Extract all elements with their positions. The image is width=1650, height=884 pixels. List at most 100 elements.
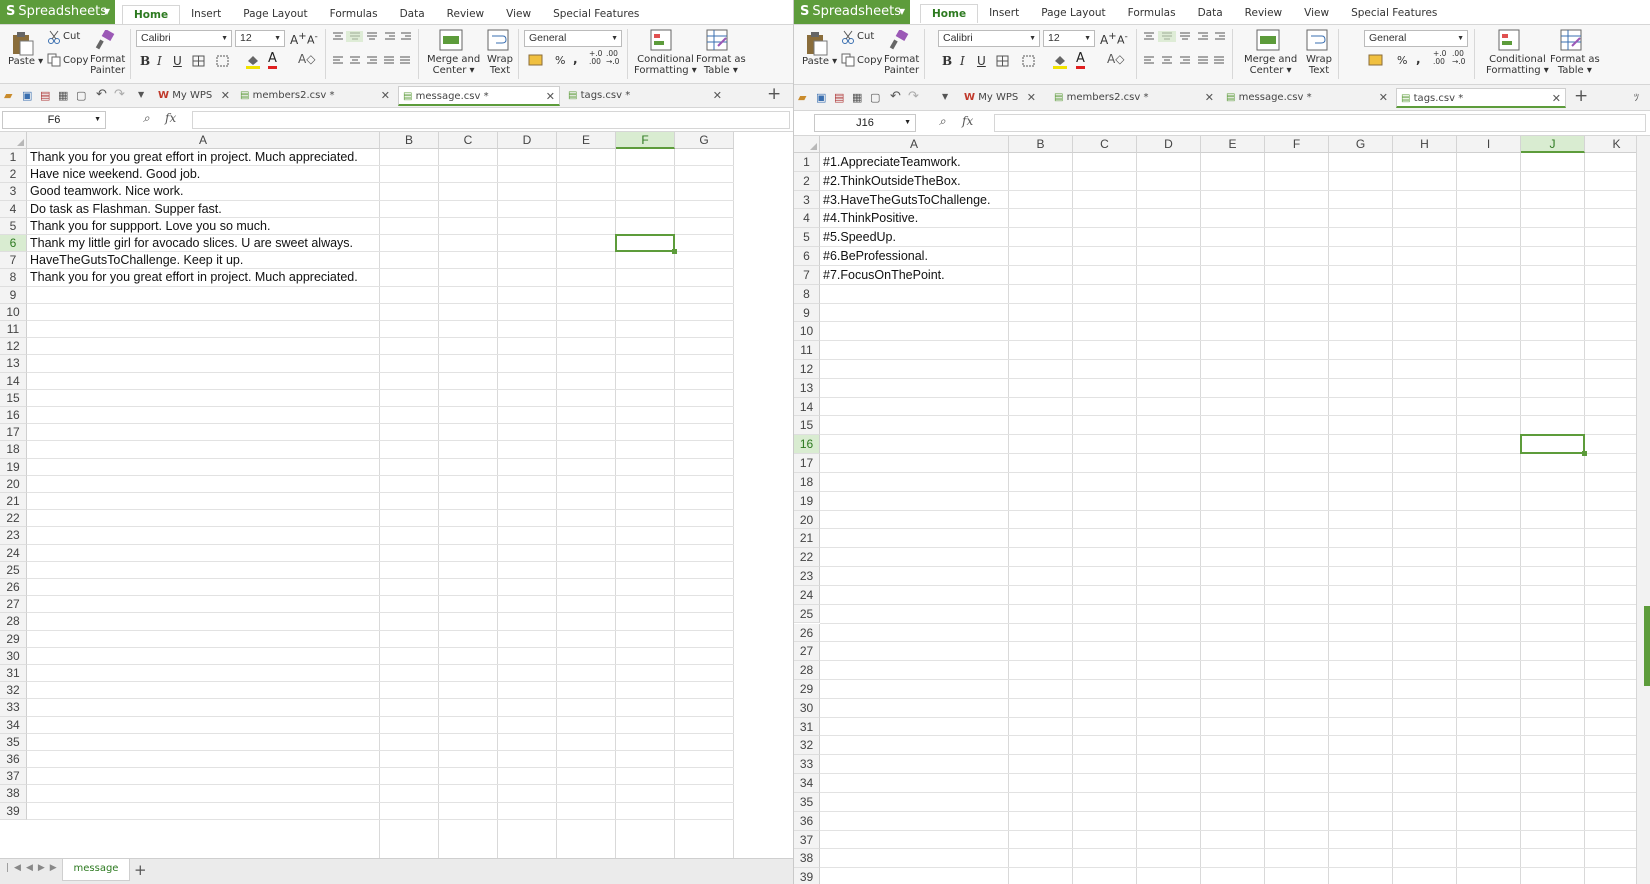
currency-icon[interactable]	[528, 53, 544, 67]
cell-a1[interactable]: Thank you for you great effort in projec…	[27, 149, 358, 166]
row-header[interactable]: 12	[0, 338, 27, 356]
export-pdf-icon[interactable]: ▤	[834, 91, 844, 104]
doc-tab-members2[interactable]: ▤ members2.csv * ✕	[236, 86, 394, 106]
chevron-down-icon[interactable]: ▼	[138, 90, 144, 99]
worksheet-grid[interactable]: A B C D E F G 1 2 3 4 5 6 7 8 9 10 11 12 13 14 15 16 17 18 19 20 21…	[0, 132, 793, 858]
row-header[interactable]: 17	[794, 454, 820, 473]
row-header[interactable]: 16	[794, 435, 820, 455]
wrap-text-button[interactable]: Wrap Text	[1306, 54, 1332, 76]
column-header-g[interactable]: G	[1329, 136, 1393, 153]
row-header[interactable]: 28	[794, 661, 820, 680]
cell-a5[interactable]: #5.SpeedUp.	[820, 228, 896, 247]
close-icon[interactable]: ✕	[713, 86, 722, 106]
number-format-select[interactable]: General ▼	[524, 30, 622, 47]
fill-color-icon[interactable]	[245, 53, 261, 69]
thousands-button[interactable]: ,	[1416, 52, 1421, 66]
overflow-icon[interactable]: ﾂ	[1634, 89, 1639, 104]
font-color-icon[interactable]: A	[1076, 51, 1085, 69]
font-color-icon[interactable]: A	[268, 51, 277, 69]
row-header[interactable]: 13	[0, 355, 27, 373]
cell-style-icon[interactable]	[1022, 55, 1036, 67]
name-box[interactable]: J16 ▼	[814, 114, 916, 132]
increase-decimal-icon[interactable]: +.0.00	[589, 50, 602, 66]
currency-icon[interactable]	[1368, 53, 1384, 67]
app-menu-button[interactable]: S Spreadsheets ▼	[0, 0, 115, 24]
row-header[interactable]: 14	[794, 397, 820, 417]
column-header-c[interactable]: C	[439, 132, 498, 149]
format-painter-icon[interactable]	[95, 30, 115, 50]
row-header[interactable]: 19	[794, 491, 820, 511]
close-icon[interactable]: ✕	[1379, 88, 1388, 108]
cell-a3[interactable]: Good teamwork. Nice work.	[27, 183, 184, 200]
alignment-icons[interactable]	[331, 31, 411, 81]
row-header[interactable]: 24	[0, 544, 27, 562]
underline-button[interactable]: U	[977, 54, 986, 68]
row-header[interactable]: 14	[0, 372, 27, 390]
row-header[interactable]: 8	[0, 269, 27, 287]
column-header-e[interactable]: E	[557, 132, 616, 149]
font-size-select[interactable]: 12 ▼	[235, 30, 285, 47]
row-header[interactable]: 32	[794, 736, 820, 756]
row-header[interactable]: 13	[794, 378, 820, 398]
row-header[interactable]: 21	[0, 493, 27, 511]
row-header[interactable]: 25	[794, 604, 820, 624]
number-format-select[interactable]: General ▼	[1364, 30, 1468, 47]
conditional-formatting-button[interactable]: Conditional Formatting ▾	[1486, 54, 1549, 76]
format-as-table-icon[interactable]	[1560, 29, 1582, 51]
column-header-f[interactable]: F	[616, 132, 675, 149]
column-header-h[interactable]: H	[1393, 136, 1457, 153]
row-header[interactable]: 26	[0, 579, 27, 597]
percent-button[interactable]: %	[1397, 54, 1407, 67]
sheet-nav-arrows-icon[interactable]: |◀◀▶▶|	[6, 863, 70, 873]
increase-decimal-icon[interactable]: +.0.00	[1433, 50, 1446, 66]
cell-a6[interactable]: #6.BeProfessional.	[820, 247, 928, 266]
row-header[interactable]: 18	[0, 441, 27, 459]
row-header[interactable]: 22	[0, 510, 27, 528]
formula-input[interactable]	[994, 114, 1646, 132]
row-header[interactable]: 27	[794, 642, 820, 662]
borders-icon[interactable]	[192, 55, 206, 67]
cell-a2[interactable]: #2.ThinkOutsideTheBox.	[820, 172, 961, 191]
open-folder-icon[interactable]: ▰	[798, 91, 806, 104]
undo-icon[interactable]: ↶	[890, 89, 901, 104]
doc-tab-tags[interactable]: ▤ tags.csv * ✕	[1396, 88, 1566, 108]
worksheet-grid[interactable]: A B C D E F G H I J K 1 2 3 4 5 6 7 8 9 10 11 12 13 14 15 16 17 18 19…	[794, 136, 1650, 884]
column-header-i[interactable]: I	[1457, 136, 1521, 153]
close-icon[interactable]: ✕	[381, 86, 390, 106]
format-as-table-button[interactable]: Format as Table ▾	[696, 54, 746, 76]
merge-center-icon[interactable]	[439, 29, 463, 51]
decrease-decimal-icon[interactable]: .00 →.0	[606, 50, 619, 66]
decrease-decimal-icon[interactable]: .00 →.0	[1452, 50, 1465, 66]
undo-icon[interactable]: ↶	[96, 87, 107, 102]
row-header[interactable]: 21	[794, 529, 820, 549]
vertical-scrollbar[interactable]	[1636, 136, 1650, 884]
app-menu-button[interactable]: S Spreadsheets ▼	[794, 0, 910, 24]
row-header[interactable]: 4	[0, 200, 27, 218]
conditional-formatting-button[interactable]: Conditional Formatting ▾	[634, 54, 697, 76]
merge-center-button[interactable]: Merge and Center ▾	[427, 54, 480, 76]
cell-a8[interactable]: Thank you for you great effort in projec…	[27, 269, 358, 286]
row-header[interactable]: 5	[0, 217, 27, 235]
clear-format-icon[interactable]: A◇	[298, 52, 315, 66]
clear-format-icon[interactable]: A◇	[1107, 52, 1124, 66]
italic-button[interactable]: I	[960, 54, 965, 68]
row-header[interactable]: 29	[0, 630, 27, 648]
cell-a3[interactable]: #3.HaveTheGutsToChallenge.	[820, 191, 990, 210]
save-icon[interactable]: ▣	[22, 89, 32, 102]
cell-a1[interactable]: #1.AppreciateTeamwork.	[820, 153, 961, 172]
tab-formulas[interactable]: Formulas	[1117, 4, 1187, 23]
close-icon[interactable]: ✕	[1552, 89, 1561, 109]
row-header[interactable]: 32	[0, 682, 27, 700]
tab-special-features[interactable]: Special Features	[542, 5, 650, 24]
thousands-button[interactable]: ,	[573, 52, 578, 66]
row-header[interactable]: 35	[794, 792, 820, 812]
row-header[interactable]: 2	[0, 166, 27, 184]
format-as-table-icon[interactable]	[706, 29, 728, 51]
row-header[interactable]: 24	[794, 585, 820, 605]
font-name-select[interactable]: Calibri ▼	[938, 30, 1040, 47]
shrink-font-icon[interactable]: A-	[307, 31, 318, 47]
doc-tab-my-wps[interactable]: W My WPS ✕	[154, 86, 234, 106]
tab-data[interactable]: Data	[389, 5, 436, 24]
row-header[interactable]: 16	[0, 407, 27, 425]
borders-icon[interactable]	[996, 55, 1010, 67]
